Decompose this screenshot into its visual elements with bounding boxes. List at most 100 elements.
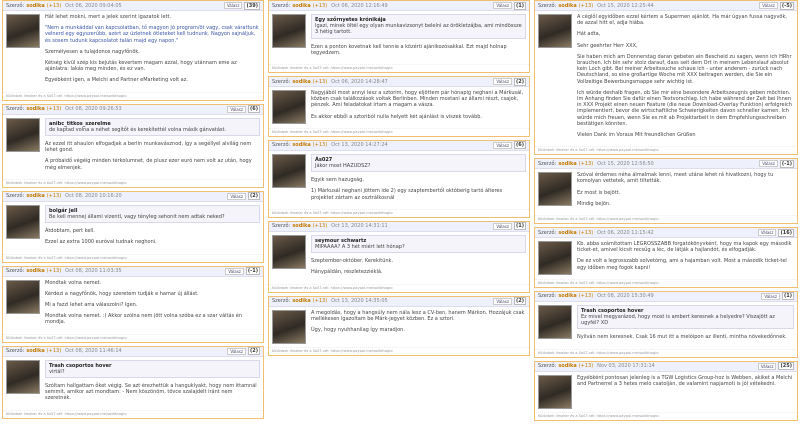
forum-post: Szerző: sodika (+13) Oct 08, 2020 09:26:53 V…	[2, 103, 264, 188]
post-paragraph: Ich würde deshalb fragen, ob Sie mir ein…	[577, 89, 792, 127]
reply-button[interactable]: Válasz	[757, 362, 777, 370]
post-paragraph: Mindig bejön.	[577, 200, 611, 207]
post-paragraph: Egyébként pontosan jelenleg is a TGW Log…	[577, 374, 793, 387]
reply-button[interactable]: Válasz	[223, 2, 243, 9]
forum-post: Szerző: sodika (+13) Oct 13, 2020 14:31:11 V…	[268, 220, 530, 293]
forum-post: Szerző: sodika (+13) Oct 15, 2020 12:25:44 V…	[534, 0, 798, 156]
vote-count[interactable]: (16)	[778, 228, 794, 237]
karma-badge: (+13)	[312, 142, 328, 149]
author-name-link[interactable]: sodika	[292, 3, 310, 9]
quote-box: bolgár jell Be kell mennej állami vizentl…	[45, 204, 260, 224]
vote-count[interactable]: (-1)	[245, 267, 260, 276]
avatar[interactable]	[538, 172, 572, 207]
avatar[interactable]	[272, 153, 306, 188]
avatar[interactable]	[6, 117, 40, 152]
reply-button[interactable]: Válasz	[493, 222, 512, 230]
signature-footer: Különbek ilmaker és a SoST-nél: https://…	[535, 146, 797, 154]
reply-button[interactable]: Válasz	[225, 267, 244, 275]
author-name-link[interactable]: sodika	[292, 298, 310, 304]
author-name-link[interactable]: sodika	[558, 363, 576, 369]
author-name-link[interactable]: sodika	[26, 193, 44, 199]
karma-badge: (+13)	[312, 2, 328, 9]
signature-footer: Különbek ilmaker és a SoST-nél: https://…	[3, 91, 263, 100]
forum-post: Szerző: sodika (+13) Oct 08, 2020 11:46:14 V…	[2, 345, 264, 419]
vote-count[interactable]: (2)	[513, 77, 526, 86]
quote-text: virtál?	[49, 368, 65, 375]
vote-count[interactable]: (1)	[513, 1, 526, 10]
avatar[interactable]	[272, 14, 306, 48]
reply-button[interactable]: Válasz	[227, 192, 246, 200]
post-paragraph: Személyesen a tulajdonos nagyfőnök.	[45, 48, 140, 55]
vote-count[interactable]: (2)	[247, 347, 260, 356]
reply-button[interactable]: Válasz	[493, 141, 512, 149]
author-label: Szerző:	[272, 298, 291, 305]
author-name-link[interactable]: sodika	[292, 223, 310, 229]
reply-button[interactable]: Válasz	[759, 2, 778, 9]
vote-count[interactable]: (1)	[513, 222, 526, 231]
author-label: Szerző:	[6, 193, 25, 200]
avatar[interactable]	[538, 14, 572, 48]
forum-post: Szerző: sodika (+13) Oct 08, 2020 10:16:20 V…	[2, 190, 264, 263]
author-name-link[interactable]: sodika	[558, 230, 576, 236]
post-paragraph: Kérdezi a nagyfőnök, hogy szeretem tudjá…	[45, 290, 199, 297]
avatar[interactable]	[538, 304, 572, 339]
post-paragraph: Sie haben mich am Donnerstag daran gebet…	[577, 53, 792, 85]
vote-count[interactable]: (-5)	[779, 1, 794, 10]
avatar[interactable]	[538, 374, 572, 409]
author-name-link[interactable]: sodika	[558, 3, 576, 9]
post-date: Oct 15, 2020 12:56:50	[597, 160, 654, 167]
reply-button[interactable]: Válasz	[227, 105, 246, 113]
quote-author[interactable]: Trash csoportos hover	[49, 363, 256, 369]
vote-count[interactable]: (6)	[247, 105, 260, 114]
author-name-link[interactable]: sodika	[292, 142, 310, 148]
post-body: Egy szőrnyetes krónikája Igazi, minek ölt…	[269, 11, 529, 64]
avatar[interactable]	[6, 14, 40, 48]
reply-button[interactable]: Válasz	[761, 292, 780, 300]
quote-box: Trash csoportos hover Ez mivel megyarázod…	[577, 304, 794, 330]
author-name-link[interactable]: sodika	[26, 106, 44, 112]
vote-count[interactable]: (2)	[247, 192, 260, 201]
reply-button[interactable]: Válasz	[757, 229, 777, 237]
reply-button[interactable]: Válasz	[493, 297, 512, 305]
avatar[interactable]	[538, 241, 572, 276]
post-paragraph: A megoldás, hogy a hangsúly nem nála les…	[311, 309, 525, 322]
post-body: A megoldás, hogy a hangsúly nem nála les…	[269, 307, 529, 347]
avatar[interactable]	[6, 204, 40, 239]
reply-button[interactable]: Válasz	[493, 78, 512, 86]
reply-button[interactable]: Válasz	[493, 2, 512, 9]
avatar[interactable]	[6, 279, 40, 314]
post-paragraph: Szóval érdemes néha álmalmak lenni, meet…	[577, 172, 774, 185]
avatar[interactable]	[272, 234, 306, 269]
avatar[interactable]	[272, 90, 306, 125]
post-date: Oct 06, 2020 09:04:05	[65, 2, 122, 9]
quote-text: MIPAAAA? A 3 hét miért lett hónap?	[315, 244, 405, 251]
author-name-link[interactable]: sodika	[26, 268, 44, 274]
post-text: Mondtak volna nemet. Kérdezi a nagyfőnök,…	[45, 280, 260, 331]
post-paragraph: "Nem a munkáddal van kapcsolatban, tő ma…	[45, 25, 259, 44]
post-date: Oct 13, 2020 14:35:05	[331, 298, 388, 305]
vote-count[interactable]: (2)	[513, 297, 526, 306]
post-paragraph: Szóltam hallgattam őket végig. Se azt ér…	[45, 383, 257, 402]
reply-button[interactable]: Válasz	[759, 160, 778, 168]
author-name-link[interactable]: sodika	[558, 293, 576, 299]
vote-count[interactable]: (6)	[513, 141, 526, 150]
author-name-link[interactable]: sodika	[292, 79, 310, 85]
author-label: Szerző:	[272, 223, 291, 230]
author-label: Szerző:	[6, 2, 25, 9]
forum-post: Szerző: sodika (+13) Oct 06, 2020 11:15:42 V…	[534, 227, 798, 288]
vote-count[interactable]: (-1)	[779, 159, 794, 168]
vote-count[interactable]: (1)	[781, 292, 794, 301]
quote-text: de kaptad volna a néhet segítőt és kerek…	[49, 126, 227, 133]
avatar[interactable]	[272, 309, 306, 344]
avatar[interactable]	[6, 359, 40, 394]
post-header: Szerző: sodika (+13) Oct 13, 2020 14:35:05 V…	[269, 296, 529, 307]
vote-count[interactable]: (25)	[778, 362, 794, 371]
author-name-link[interactable]: sodika	[26, 348, 44, 354]
post-paragraph: Ezzel az extra 1000 euróval tudnak negho…	[45, 239, 157, 246]
post-date: Oct 06, 2020 12:16:49	[331, 2, 388, 9]
author-name-link[interactable]: sodika	[558, 161, 576, 167]
vote-count[interactable]: (39)	[244, 1, 260, 10]
reply-button[interactable]: Válasz	[227, 347, 246, 355]
post-body: bolgár jell Be kell mennej állami vizentl…	[3, 202, 263, 254]
author-name-link[interactable]: sodika	[26, 3, 44, 9]
